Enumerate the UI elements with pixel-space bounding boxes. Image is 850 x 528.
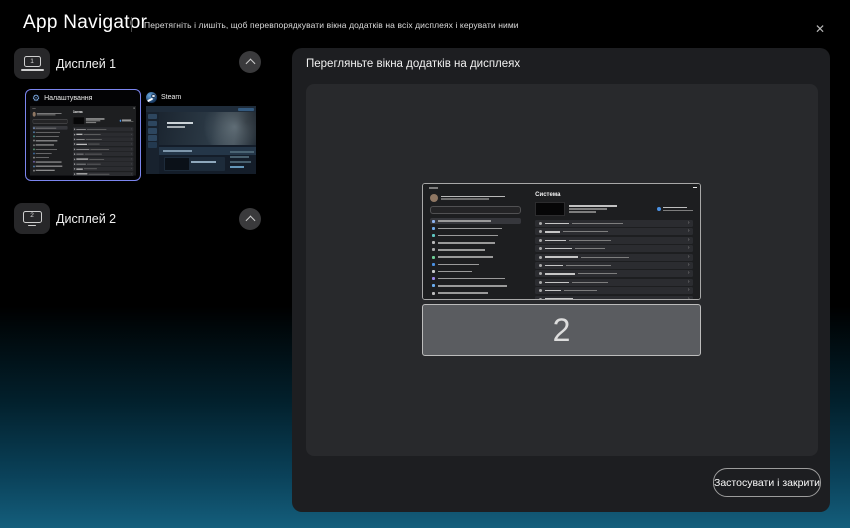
settings-window-preview-small: Система › › › › › › › › [30, 106, 136, 175]
display-1-label: Дисплей 1 [56, 57, 116, 71]
monitor-icon: 2 [23, 211, 42, 223]
app-card-settings[interactable]: ⚙ Налаштування [25, 89, 141, 181]
steam-logo-icon [146, 92, 157, 103]
steam-window-thumbnail [146, 106, 256, 174]
settings-gear-icon: ⚙ [32, 94, 40, 103]
app-name: Налаштування [44, 95, 92, 102]
display-2-dropzone[interactable]: 2 [422, 304, 701, 356]
steam-card-header: Steam [146, 92, 181, 103]
settings-window-thumbnail: Система › › › › › › › › [30, 106, 136, 176]
settings-window-preview-large: Система › › › › › › › › [423, 184, 700, 299]
main-panel: Перегляньте вікна додатків на дисплеях [292, 48, 830, 512]
device-image [535, 202, 565, 216]
display-2-label: Дисплей 2 [56, 212, 116, 226]
windows-update-indicator [657, 206, 694, 213]
settings-page-title: Система [535, 192, 693, 201]
close-icon[interactable]: ✕ [810, 19, 830, 39]
displays-preview-canvas: Система › › › › › › › › [306, 84, 818, 456]
chevron-up-icon [245, 216, 255, 226]
header-divider [131, 17, 132, 32]
display-2-collapse-button[interactable] [239, 208, 261, 230]
page-title: App Navigator [23, 12, 147, 34]
app-card-steam[interactable]: Steam [143, 89, 259, 177]
display-2-icon: 2 [14, 203, 50, 234]
settings-card-header: ⚙ Налаштування [32, 94, 92, 103]
apply-and-close-button[interactable]: Застосувати і закрити [713, 468, 821, 497]
display-1-icon: 1 [14, 48, 50, 79]
display-1-collapse-button[interactable] [239, 51, 261, 73]
chevron-up-icon [245, 59, 255, 69]
app-name: Steam [161, 94, 181, 101]
app-navigator-overlay: App Navigator Перетягніть і лишіть, щоб … [0, 0, 850, 528]
panel-heading: Перегляньте вікна додатків на дисплеях [306, 58, 520, 70]
header-subtitle: Перетягніть і лишіть, щоб перевпорядкува… [144, 20, 519, 30]
laptop-icon: 1 [24, 56, 41, 67]
steam-window-preview [146, 106, 256, 174]
display-1-dropzone[interactable]: Система › › › › › › › › [422, 183, 701, 300]
